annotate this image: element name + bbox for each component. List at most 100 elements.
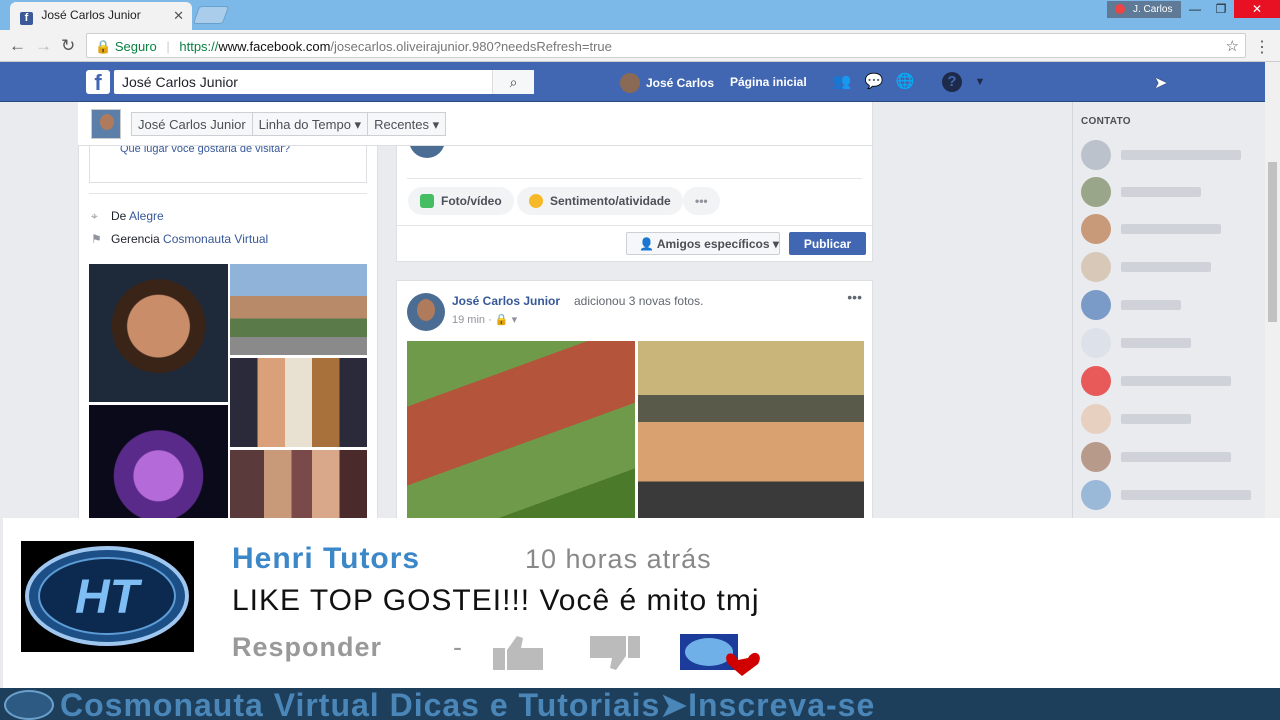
search-icon[interactable]: ⌕ bbox=[492, 70, 534, 94]
thumbs-up-icon[interactable] bbox=[493, 636, 545, 675]
henri-tutors-logo: HT bbox=[21, 541, 194, 652]
contact-item[interactable] bbox=[1081, 177, 1261, 211]
notifications-globe-icon[interactable]: 🌐 bbox=[895, 72, 915, 92]
creator-heart-icon[interactable] bbox=[680, 634, 768, 683]
tab-title: José Carlos Junior bbox=[41, 8, 141, 22]
mouse-cursor-icon: ➤ bbox=[1154, 75, 1168, 92]
address-bar[interactable]: 🔒 Seguro | https://www.facebook.com/jose… bbox=[86, 33, 1246, 58]
photo-family[interactable] bbox=[230, 450, 367, 523]
contact-item[interactable] bbox=[1081, 214, 1261, 248]
tab-close-icon[interactable]: ✕ bbox=[173, 8, 184, 24]
contact-item[interactable] bbox=[1081, 442, 1261, 476]
photo-church-night[interactable] bbox=[89, 405, 228, 523]
messenger-icon[interactable]: 💬 bbox=[864, 72, 884, 92]
browser-menu-icon[interactable]: ⋮ bbox=[1254, 37, 1270, 57]
browser-profile-chip[interactable]: J. Carlos bbox=[1107, 1, 1181, 18]
avatar bbox=[1081, 290, 1111, 320]
facebook-search-input[interactable]: José Carlos Junior bbox=[114, 70, 534, 94]
post-author[interactable]: José Carlos Junior bbox=[452, 294, 560, 308]
avatar bbox=[620, 73, 640, 93]
thumbs-down-icon[interactable] bbox=[588, 636, 640, 675]
secure-label: Seguro bbox=[114, 39, 157, 54]
breadcrumb-recent[interactable]: Recentes ▾ bbox=[368, 113, 445, 135]
photo-two-girls[interactable] bbox=[230, 358, 367, 447]
address-toolbar: ← → ↻ 🔒 Seguro | https://www.facebook.co… bbox=[0, 30, 1280, 62]
contact-item[interactable] bbox=[1081, 290, 1261, 324]
photo-icon bbox=[420, 194, 434, 208]
profile-link[interactable]: José Carlos bbox=[620, 73, 714, 93]
photo-video-label: Foto/vídeo bbox=[441, 194, 502, 208]
post-action: adicionou 3 novas fotos. bbox=[574, 294, 704, 308]
avatar bbox=[1081, 480, 1111, 510]
back-arrow-icon[interactable]: ← bbox=[9, 36, 26, 56]
contact-name-redacted bbox=[1121, 338, 1191, 348]
url-path: /josecarlos.oliveirajunior.980?needsRefr… bbox=[330, 39, 612, 54]
feeling-activity-button[interactable]: Sentimento/atividade bbox=[517, 187, 683, 215]
avatar bbox=[1081, 252, 1111, 282]
restore-icon[interactable]: ❐ bbox=[1208, 0, 1234, 18]
avatar bbox=[1081, 366, 1111, 396]
scrollbar-thumb[interactable] bbox=[1268, 162, 1277, 322]
page-link[interactable]: Cosmonauta Virtual bbox=[163, 232, 268, 246]
account-menu-chevron-icon[interactable]: ▼ bbox=[970, 72, 990, 92]
person-icon: 👤 bbox=[639, 237, 654, 251]
breadcrumb: José Carlos Junior Linha do Tempo ▾ Rece… bbox=[131, 112, 447, 136]
photo-childhood-portrait[interactable] bbox=[89, 264, 228, 402]
publish-button[interactable]: Publicar bbox=[789, 232, 866, 255]
avatar bbox=[1081, 177, 1111, 207]
bookmark-star-icon[interactable]: ☆ bbox=[1226, 37, 1239, 55]
post-time[interactable]: 19 min · bbox=[452, 314, 492, 326]
contact-name-redacted bbox=[1121, 262, 1211, 272]
contact-item[interactable] bbox=[1081, 404, 1261, 438]
contact-name-redacted bbox=[1121, 376, 1231, 386]
contact-item[interactable] bbox=[1081, 366, 1261, 400]
avatar bbox=[1081, 214, 1111, 244]
timeline-nav: José Carlos Junior Linha do Tempo ▾ Rece… bbox=[78, 102, 872, 146]
contact-item[interactable] bbox=[1081, 328, 1261, 362]
privacy-icon[interactable]: 🔒 ▾ bbox=[495, 314, 517, 326]
breadcrumb-timeline[interactable]: Linha do Tempo ▾ bbox=[253, 113, 369, 135]
feed-post: José Carlos Junior adicionou 3 novas fot… bbox=[396, 280, 873, 521]
forward-arrow-icon[interactable]: → bbox=[35, 36, 52, 56]
profile-thumbnail[interactable] bbox=[91, 109, 121, 139]
more-options-button[interactable]: ••• bbox=[683, 187, 720, 215]
svg-text:HT: HT bbox=[75, 571, 143, 624]
hometown-link[interactable]: Alegre bbox=[129, 209, 164, 223]
audience-selector[interactable]: 👤 Amigos específicos ▾ bbox=[626, 232, 780, 255]
intro-column: Que lugar você gostaria de visitar? ⌖ De … bbox=[78, 102, 378, 523]
intro-suggestion[interactable]: Que lugar você gostaria de visitar? bbox=[89, 143, 367, 183]
photo-video-button[interactable]: Foto/vídeo bbox=[408, 187, 514, 215]
reply-separator: - bbox=[453, 632, 462, 662]
page-scrollbar[interactable] bbox=[1265, 62, 1280, 522]
reload-icon[interactable]: ↻ bbox=[61, 36, 75, 56]
feeling-activity-label: Sentimento/atividade bbox=[550, 194, 671, 208]
help-icon[interactable]: ? bbox=[942, 72, 962, 92]
post-photo-cat[interactable] bbox=[638, 341, 864, 521]
contact-item[interactable] bbox=[1081, 252, 1261, 286]
reply-button[interactable]: Responder bbox=[232, 632, 382, 663]
contact-item[interactable] bbox=[1081, 140, 1261, 174]
friend-requests-icon[interactable]: 👥 bbox=[832, 72, 852, 92]
new-tab-button[interactable] bbox=[192, 6, 230, 24]
audience-label: Amigos específicos ▾ bbox=[656, 237, 779, 251]
composer-footer-divider bbox=[397, 225, 872, 226]
comment-author[interactable]: Henri Tutors bbox=[232, 542, 420, 576]
photo-city-buildings[interactable] bbox=[230, 264, 367, 355]
facebook-favicon-icon: f bbox=[20, 12, 33, 25]
contact-name-redacted bbox=[1121, 490, 1251, 500]
minimize-icon[interactable]: — bbox=[1182, 0, 1208, 18]
post-photo-landslide[interactable] bbox=[407, 341, 635, 521]
breadcrumb-profile[interactable]: José Carlos Junior bbox=[132, 113, 253, 135]
intro-manages: ⚑ Gerencia Cosmonauta Virtual bbox=[91, 232, 268, 246]
home-link[interactable]: Página inicial bbox=[730, 75, 807, 89]
browser-tab[interactable]: f José Carlos Junior ✕ bbox=[10, 2, 192, 30]
facebook-logo-icon[interactable]: f bbox=[86, 70, 110, 95]
window-close-icon[interactable]: ✕ bbox=[1234, 0, 1280, 18]
post-author-avatar[interactable] bbox=[407, 293, 445, 331]
contact-item[interactable] bbox=[1081, 480, 1261, 514]
post-options-icon[interactable]: ••• bbox=[847, 289, 862, 305]
user-name: José Carlos bbox=[646, 76, 715, 90]
comment-time: 10 horas atrás bbox=[525, 544, 712, 574]
intro-divider bbox=[89, 193, 367, 194]
comment-text: LIKE TOP GOSTEI!!! Você é mito tmj bbox=[232, 584, 760, 617]
